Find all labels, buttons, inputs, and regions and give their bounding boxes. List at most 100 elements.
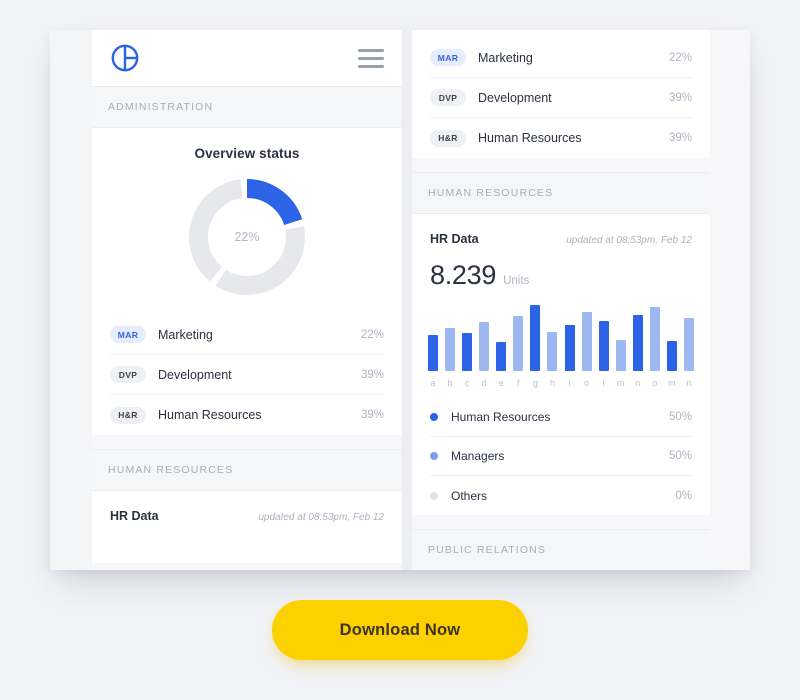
download-now-button[interactable]: Download Now [272,600,528,660]
bar-chart-x-label: d [481,378,487,388]
legend-item[interactable]: Human Resources 50% [430,398,692,437]
table-row[interactable]: H&R Human Resources 39% [430,118,692,158]
bar-chart-bar [632,315,643,371]
section-label: HUMAN RESOURCES [428,187,554,199]
bar-chart-x-label: n [635,378,641,388]
table-row[interactable]: MAR Marketing 22% [110,315,384,355]
left-gutter [50,30,92,570]
legend-item[interactable]: Others 0% [430,476,692,515]
table-row[interactable]: H&R Human Resources 39% [110,395,384,435]
department-name: Marketing [158,327,213,342]
hamburger-line [358,56,384,60]
department-name: Development [478,90,552,105]
legend-color-dot [430,413,438,421]
legend-label: Managers [451,449,505,463]
department-code-badge: H&R [110,406,146,424]
legend-label: Others [451,488,488,503]
bar-chart-bar [564,324,575,371]
bar-chart-bar [479,322,490,371]
bar-chart-x-label: l [602,378,605,388]
department-percentage: 22% [668,51,692,64]
donut-center-value: 22% [234,230,260,244]
legend-value: 0% [675,489,692,502]
bar-chart-bar [428,334,438,371]
department-percentage: 39% [668,91,692,104]
hamburger-menu-icon[interactable] [358,48,384,68]
bar-chart-bar [649,306,660,371]
legend-label: Human Resources [451,410,551,424]
bar-chart-x-label: h [549,378,555,388]
bar-chart-x-label: o [652,378,658,388]
bar-chart-x-label: n [686,378,692,388]
department-percentage: 22% [360,328,384,341]
hr-data-card-left: HR Data updated at 08:53pm, Feb 12 [92,491,402,563]
bar-chart-bar [445,327,456,371]
column-divider [402,30,412,570]
department-list-left: MAR Marketing 22% DVP Development 39% H&R Human… [92,315,402,435]
left-column: ADMINISTRATION Overview status 22% MAR Ma… [92,30,402,570]
department-card-right: MAR Marketing 22% DVP Development 39% H&R Human… [412,30,710,158]
overview-status-panel: Overview status 22% [92,128,402,315]
legend-item[interactable]: Managers 50% [430,437,692,476]
bar-chart-bar [683,317,694,371]
bar-chart-legend: Human Resources 50% Managers 50% Others 0% [412,388,710,515]
department-percentage: 39% [668,132,692,144]
table-row[interactable]: MAR Marketing 22% [430,38,692,78]
donut-chart: 22% [110,167,384,311]
department-code-badge: DVP [430,89,466,106]
bar-chart-bar [496,341,507,371]
department-code-badge: MAR [430,49,466,66]
bar-chart-x-label: m [616,378,625,388]
bar-chart-x-label: b [447,378,453,388]
department-name: Human Resources [158,408,262,422]
bar-chart-bars [428,301,694,371]
department-name: Human Resources [478,131,582,145]
department-code-badge: H&R [430,129,466,147]
bar-chart-x-label: e [498,378,504,388]
hr-data-title: HR Data [110,509,159,523]
section-label: PUBLIC RELATIONS [428,544,547,556]
bar-chart-x-labels: abcdefghiolmnomn [428,371,694,388]
section-header-administration: ADMINISTRATION [92,86,402,128]
cta-area: Download Now [0,600,800,660]
section-label: HUMAN RESOURCES [108,464,234,476]
circle-quadrant-logo-icon[interactable] [110,43,140,73]
hr-bar-chart: abcdefghiolmnomn [412,293,710,388]
section-header-human-resources-left: HUMAN RESOURCES [92,449,402,491]
bar-chart-x-label: o [584,378,590,388]
hr-data-title: HR Data [430,232,479,246]
hr-updated-timestamp: updated at 08:53pm, Feb 12 [258,512,384,523]
hr-summary-value: 8.239 [430,260,497,290]
bar-chart-bar [462,333,473,371]
bar-chart-bar [530,304,541,371]
legend-value: 50% [668,411,692,423]
bar-chart-bar [598,320,609,371]
bar-chart-bar [615,340,626,371]
table-row[interactable]: DVP Development 39% [110,355,384,395]
bar-chart-bar [513,316,524,371]
hr-data-card-right: HR Data updated at 08:53pm, Feb 12 8.239… [412,214,710,515]
legend-value: 50% [668,450,692,462]
bar-chart-bar [666,340,677,371]
section-header-human-resources-right: HUMAN RESOURCES [412,172,710,214]
dashboard-sheet: ADMINISTRATION Overview status 22% MAR Ma… [50,30,750,570]
app-bar [92,30,402,86]
hr-summary: 8.239 Units [412,246,710,293]
department-name: Development [158,367,232,382]
section-header-public-relations: PUBLIC RELATIONS [412,529,710,570]
legend-color-dot [430,452,438,460]
bar-chart-bar [547,331,558,371]
bar-chart-bar [581,312,592,371]
hr-updated-timestamp: updated at 08:53pm, Feb 12 [566,235,692,246]
screen: ADMINISTRATION Overview status 22% MAR Ma… [0,0,800,700]
bar-chart-x-label: f [517,378,520,388]
table-row[interactable]: DVP Development 39% [430,78,692,118]
department-name: Marketing [478,50,533,65]
bar-chart-x-label: m [668,378,676,388]
bar-chart-x-label: g [532,378,538,388]
hr-summary-unit: Units [503,275,530,287]
department-percentage: 39% [360,409,384,421]
page-title: Overview status [194,146,300,161]
legend-color-dot [430,491,438,500]
hamburger-line [358,48,384,52]
